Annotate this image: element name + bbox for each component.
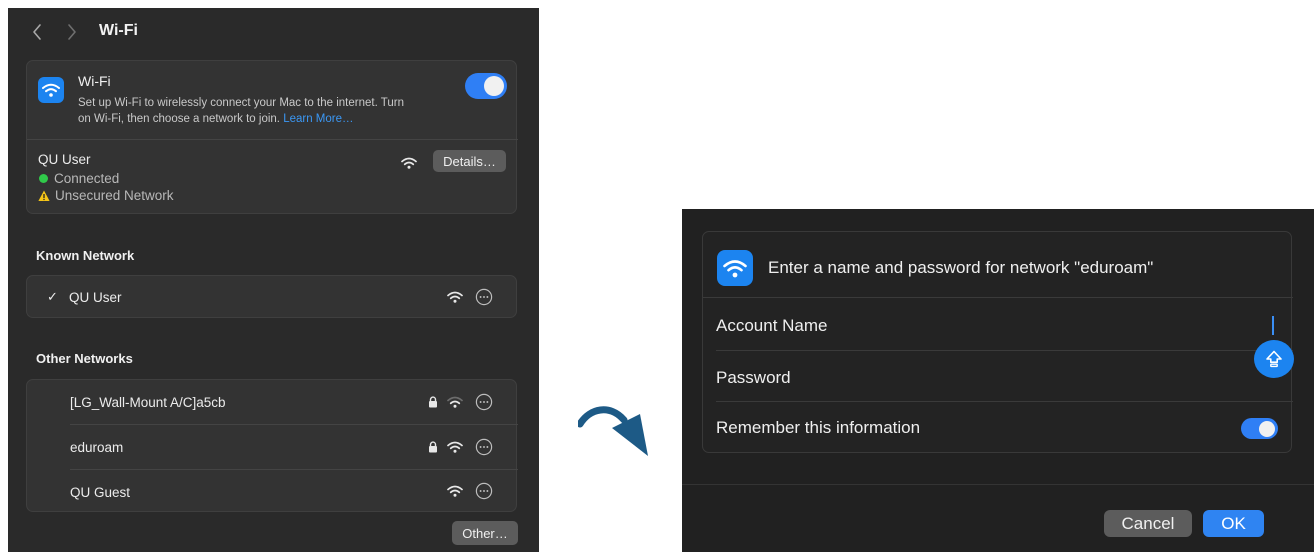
network-row[interactable]: [LG_Wall-Mount A/C]a5cb <box>27 380 518 424</box>
wifi-icon <box>401 157 417 169</box>
wifi-icon <box>447 485 463 497</box>
curved-arrow-icon <box>578 406 648 456</box>
details-button[interactable]: Details… <box>433 150 506 172</box>
current-network-name: QU User <box>38 152 91 167</box>
known-network-list: ✓ QU User <box>26 275 517 318</box>
network-name: eduroam <box>70 440 124 455</box>
dialog-form: Enter a name and password for network "e… <box>702 231 1294 453</box>
other-networks-list: [LG_Wall-Mount A/C]a5cb eduroam QU Guest <box>26 379 518 514</box>
other-networks-header: Other Networks <box>36 351 133 366</box>
wifi-icon <box>38 77 64 103</box>
lock-icon <box>428 396 438 408</box>
wifi-icon <box>717 250 753 286</box>
unsecured-status: Unsecured Network <box>38 188 174 203</box>
checkmark-icon: ✓ <box>47 289 58 304</box>
network-name: QU Guest <box>70 485 131 500</box>
more-icon[interactable] <box>475 438 493 456</box>
wifi-icon <box>447 396 463 408</box>
caps-lock-icon <box>1254 340 1294 378</box>
wifi-label: Wi-Fi <box>78 73 111 89</box>
network-name: [LG_Wall-Mount A/C]a5cb <box>70 395 226 410</box>
remember-label: Remember this information <box>716 418 921 437</box>
titlebar: Wi-Fi <box>8 8 539 58</box>
lock-icon <box>428 441 438 453</box>
password-field[interactable]: Password <box>716 368 791 388</box>
chevron-right-icon[interactable] <box>64 20 80 44</box>
network-row[interactable]: QU Guest <box>27 470 518 514</box>
wifi-icon <box>447 441 463 453</box>
known-network-name[interactable]: QU User <box>69 290 122 305</box>
wifi-toggle[interactable] <box>465 73 507 99</box>
known-network-header: Known Network <box>36 248 135 263</box>
page-title: Wi-Fi <box>99 22 138 39</box>
network-row[interactable]: eduroam <box>27 425 518 469</box>
wifi-card: Wi-Fi Set up Wi-Fi to wirelessly connect… <box>26 60 518 214</box>
more-icon[interactable] <box>475 393 493 411</box>
wifi-icon <box>447 291 463 303</box>
connected-dot-icon <box>39 174 48 183</box>
divider <box>27 139 518 140</box>
warning-icon <box>38 190 50 201</box>
cancel-button[interactable]: Cancel <box>1104 510 1192 537</box>
learn-more-link[interactable]: Learn More… <box>283 113 353 125</box>
account-name-field[interactable]: Account Name <box>716 316 828 336</box>
footer-divider <box>682 484 1314 485</box>
connected-status: Connected <box>38 171 119 186</box>
dialog-prompt: Enter a name and password for network "e… <box>768 258 1154 277</box>
wifi-description: Set up Wi-Fi to wirelessly connect your … <box>78 97 404 125</box>
chevron-left-icon[interactable] <box>29 20 45 44</box>
other-network-button[interactable]: Other… <box>452 521 518 545</box>
more-icon[interactable] <box>475 288 493 306</box>
text-cursor <box>1272 316 1274 335</box>
divider <box>716 401 1293 402</box>
more-icon[interactable] <box>475 482 493 500</box>
ok-button[interactable]: OK <box>1203 510 1264 537</box>
remember-toggle[interactable] <box>1241 418 1278 439</box>
divider <box>703 297 1293 298</box>
wifi-settings-window: Wi-Fi Wi-Fi Set up Wi-Fi to wirelessly c… <box>8 8 539 552</box>
divider <box>716 350 1293 351</box>
network-login-dialog: Enter a name and password for network "e… <box>682 209 1314 552</box>
